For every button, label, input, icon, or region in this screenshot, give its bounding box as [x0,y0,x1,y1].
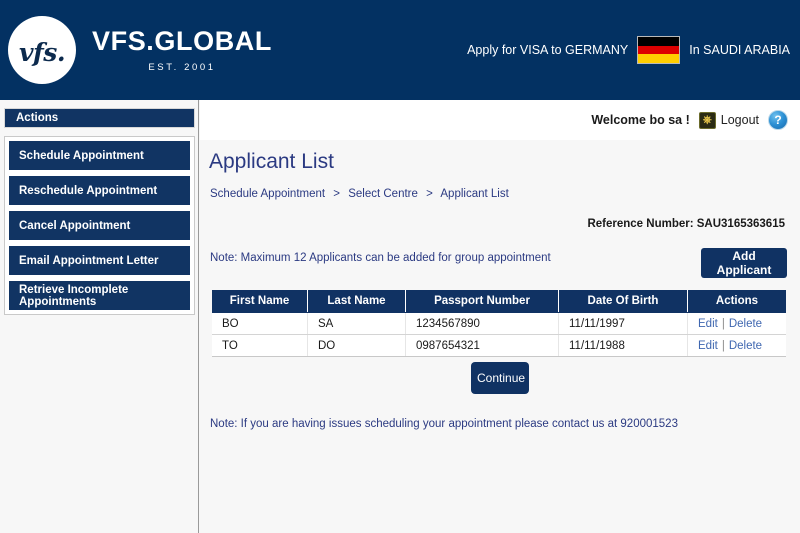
sidebar-item-retrieve-incomplete-appointments[interactable]: Retrieve Incomplete Appointments [8,280,191,311]
applicant-table: First Name Last Name Passport Number Dat… [212,290,786,357]
question-mark-icon[interactable]: ? [768,110,788,130]
continue-button[interactable]: Continue [471,362,529,394]
cell-date-of-birth: 11/11/1997 [558,312,688,335]
brand-name: VFS.GLOBAL [92,25,272,56]
apply-visa-strip: Apply for VISA to GERMANY In SAUDI ARABI… [467,0,790,100]
sidebar-item-cancel-appointment[interactable]: Cancel Appointment [8,210,191,241]
cell-last-name: DO [307,334,406,357]
logout-label: Logout [720,113,759,127]
cell-passport-number: 1234567890 [405,312,559,335]
sidebar-item-label: Schedule Appointment [19,149,144,162]
cell-date-of-birth: 11/11/1988 [558,334,688,357]
sidebar-heading: Actions [4,108,195,128]
edit-link[interactable]: Edit [698,318,718,330]
welcome-message: Welcome bo sa ! [591,113,690,127]
sidebar-item-email-appointment-letter[interactable]: Email Appointment Letter [8,245,191,276]
column-passport-number: Passport Number [405,290,559,313]
help-glyph: ? [774,113,782,127]
column-last-name: Last Name [307,290,406,313]
cell-actions: Edit | Delete [687,312,786,335]
add-applicant-button[interactable]: Add Applicant [701,248,787,278]
vfs-logo-icon: vfs. [8,16,76,84]
main-content: Applicant List Schedule Appointment > Se… [200,140,800,533]
logo-mark-text: vfs. [18,37,66,67]
breadcrumb: Schedule Appointment > Select Centre > A… [210,188,509,200]
table-header-row: First Name Last Name Passport Number Dat… [212,290,786,313]
sidebar-heading-label: Actions [16,112,59,124]
table-row: TO DO 0987654321 11/11/1988 Edit | Delete [212,334,786,357]
apply-visa-prefix: Apply for VISA to GERMANY [467,43,629,57]
note-contact-support: Note: If you are having issues schedulin… [210,418,678,430]
action-separator: | [721,339,725,352]
column-actions: Actions [687,290,786,313]
breadcrumb-item-select-centre[interactable]: Select Centre [348,188,418,200]
site-header: vfs. VFS.GLOBAL EST. 2001 Apply for VISA… [0,0,800,100]
applicant-table-head: First Name Last Name Passport Number Dat… [212,290,786,313]
power-glyph: ⎈ [702,113,712,126]
cell-actions: Edit | Delete [687,334,786,357]
cell-first-name: TO [212,334,308,357]
sidebar-item-reschedule-appointment[interactable]: Reschedule Appointment [8,175,191,206]
applicant-table-body: BO SA 1234567890 11/11/1997 Edit | Delete … [212,312,786,357]
sidebar-item-label: Email Appointment Letter [19,254,159,267]
apply-visa-suffix: In SAUDI ARABIA [689,43,790,57]
action-separator: | [721,317,725,330]
sidebar-menu: Schedule Appointment Reschedule Appointm… [4,136,195,315]
delete-link[interactable]: Delete [729,318,762,330]
reference-number: Reference Number: SAU3165363615 [587,218,785,230]
column-date-of-birth: Date Of Birth [558,290,688,313]
application-page: vfs. VFS.GLOBAL EST. 2001 Apply for VISA… [0,0,800,533]
logout-button[interactable]: ⎈ Logout [698,111,759,129]
breadcrumb-separator: > [426,188,433,200]
brand-text-block: VFS.GLOBAL EST. 2001 [92,25,272,73]
brand-block[interactable]: vfs. VFS.GLOBAL EST. 2001 [0,0,272,100]
welcome-bar: Welcome bo sa ! ⎈ Logout ? [200,100,800,140]
edit-link[interactable]: Edit [698,340,718,352]
sidebar: Actions Schedule Appointment Reschedule … [0,100,199,533]
breadcrumb-item-schedule-appointment[interactable]: Schedule Appointment [210,188,325,200]
page-title: Applicant List [209,150,334,173]
power-icon: ⎈ [698,111,716,129]
delete-link[interactable]: Delete [729,340,762,352]
brand-established: EST. 2001 [148,61,216,73]
breadcrumb-separator: > [333,188,341,200]
column-first-name: First Name [212,290,308,313]
applicant-table-wrapper: First Name Last Name Passport Number Dat… [212,290,786,357]
table-row: BO SA 1234567890 11/11/1997 Edit | Delete [212,312,786,335]
sidebar-item-schedule-appointment[interactable]: Schedule Appointment [8,140,191,171]
germany-flag-icon [637,36,681,64]
cell-passport-number: 0987654321 [405,334,559,357]
sidebar-item-label: Reschedule Appointment [19,184,158,197]
sidebar-item-label: Cancel Appointment [19,219,131,232]
cell-last-name: SA [307,312,406,335]
sidebar-item-label: Retrieve Incomplete Appointments [19,283,129,308]
note-max-applicants: Note: Maximum 12 Applicants can be added… [210,252,551,264]
cell-first-name: BO [212,312,308,335]
breadcrumb-item-applicant-list[interactable]: Applicant List [440,188,508,200]
